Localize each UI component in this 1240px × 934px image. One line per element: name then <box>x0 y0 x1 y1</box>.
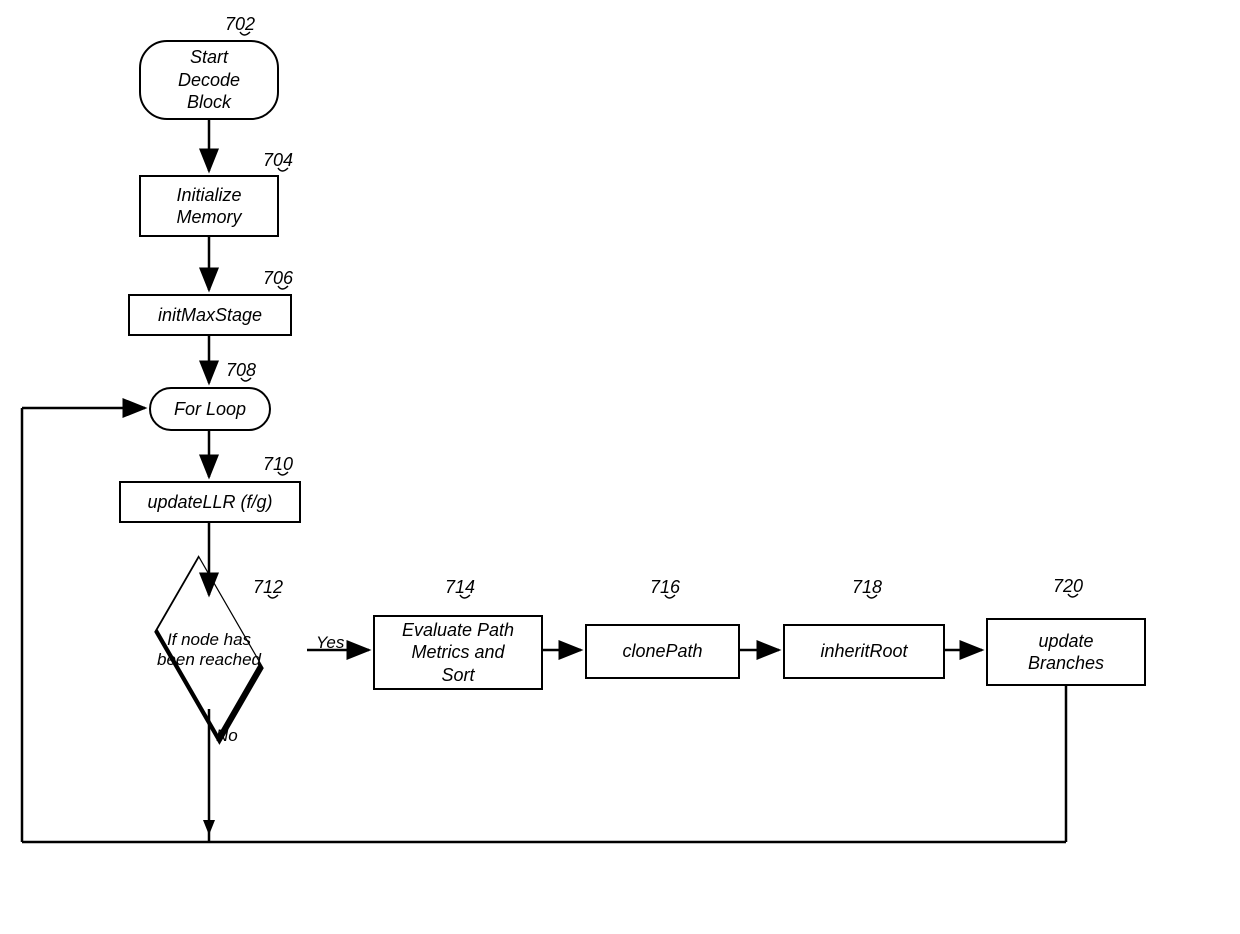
for-loop-node: For Loop <box>149 387 271 431</box>
eval-path-node: Evaluate Path Metrics and Sort <box>373 615 543 690</box>
node-id-706: 706 <box>263 268 293 289</box>
node-id-720: 720 <box>1053 576 1083 597</box>
update-branches-text: update Branches <box>1028 630 1104 675</box>
node-id-714: 714 <box>445 577 475 598</box>
for-loop-text: For Loop <box>174 398 246 421</box>
node-id-710: 710 <box>263 454 293 475</box>
init-max-stage-node: initMaxStage <box>128 294 292 336</box>
init-max-stage-text: initMaxStage <box>158 304 262 327</box>
update-llr-text: updateLLR (f/g) <box>147 491 272 514</box>
update-llr-node: updateLLR (f/g) <box>119 481 301 523</box>
decision-node: If node has been reached <box>119 590 299 710</box>
eval-path-text: Evaluate Path Metrics and Sort <box>402 619 514 687</box>
init-memory-text: Initialize Memory <box>176 184 241 229</box>
decision-text: If node has been reached <box>119 630 299 671</box>
edge-no-label: No <box>216 726 238 746</box>
clone-path-node: clonePath <box>585 624 740 679</box>
inherit-root-text: inheritRoot <box>820 640 907 663</box>
update-branches-node: update Branches <box>986 618 1146 686</box>
clone-path-text: clonePath <box>622 640 702 663</box>
start-node: Start Decode Block <box>139 40 279 120</box>
node-id-704: 704 <box>263 150 293 171</box>
node-id-702: 702 <box>225 14 255 35</box>
node-id-716: 716 <box>650 577 680 598</box>
node-id-708: 708 <box>226 360 256 381</box>
connectors <box>0 0 1240 934</box>
start-text: Start Decode Block <box>178 46 240 114</box>
edge-yes-label: Yes <box>316 633 344 653</box>
init-memory-node: Initialize Memory <box>139 175 279 237</box>
inherit-root-node: inheritRoot <box>783 624 945 679</box>
node-id-718: 718 <box>852 577 882 598</box>
